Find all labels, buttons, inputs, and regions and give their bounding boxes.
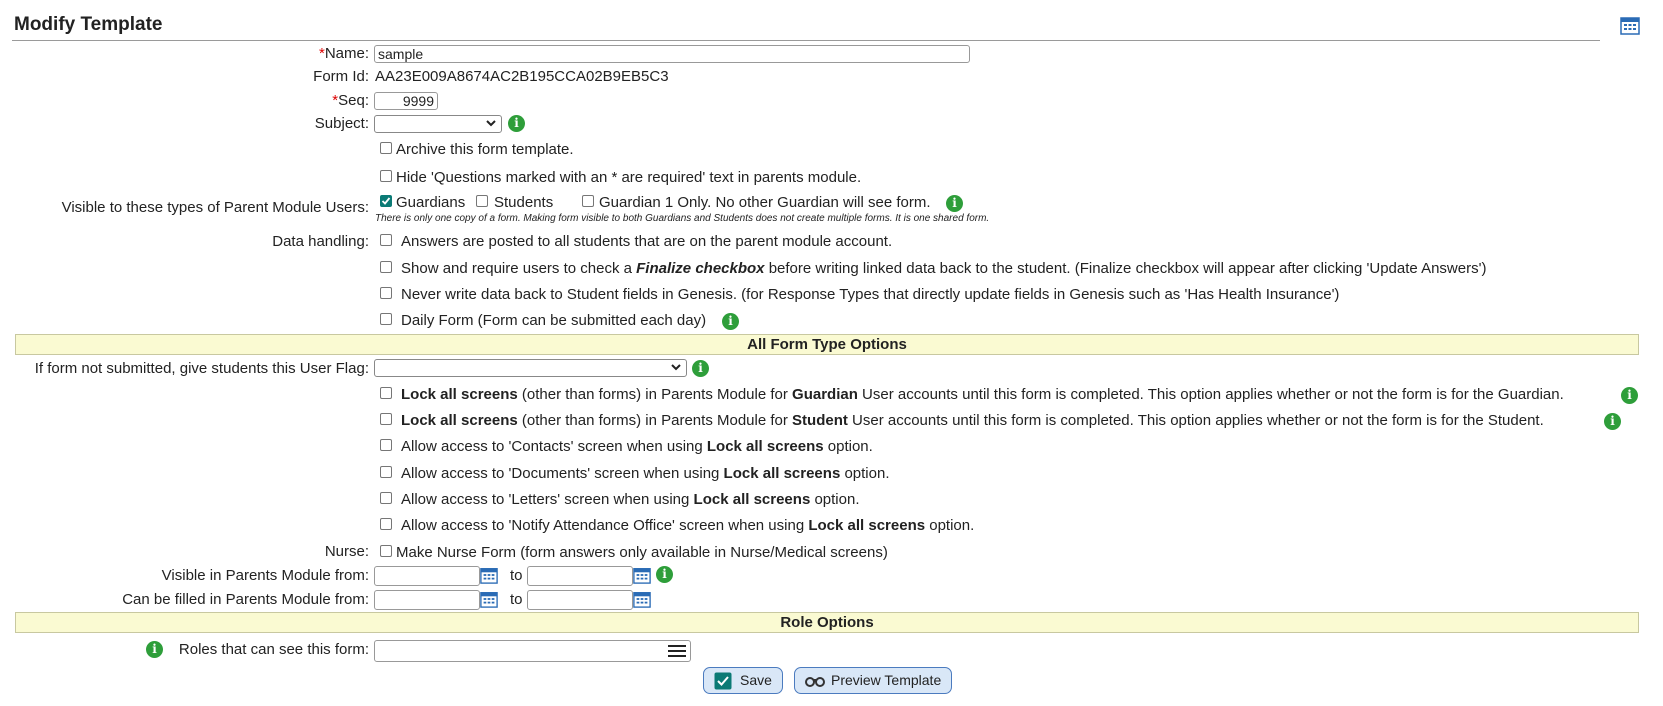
info-icon[interactable]: i	[1621, 387, 1638, 404]
guardian1-label: Guardian 1 Only. No other Guardian will …	[599, 194, 931, 211]
info-icon[interactable]: i	[946, 195, 963, 212]
never-write-checkbox[interactable]	[380, 287, 392, 299]
save-button[interactable]: Save	[703, 667, 783, 694]
title-divider	[12, 40, 1600, 41]
binoculars-icon	[805, 677, 825, 687]
preview-template-button[interactable]: Preview Template	[794, 667, 952, 694]
name-input[interactable]: sample	[374, 45, 970, 63]
allow-notify-checkbox[interactable]	[380, 518, 392, 530]
visibility-note: There is only one copy of a form. Making…	[375, 213, 990, 224]
archive-checkbox[interactable]	[380, 142, 392, 154]
calendar-icon[interactable]	[480, 566, 498, 588]
lock-student-label: Lock all screens (other than forms) in P…	[401, 412, 1544, 429]
visible-to-date-input[interactable]	[527, 566, 633, 586]
allow-letters-label: Allow access to 'Letters' screen when us…	[401, 491, 860, 508]
guardian1-checkbox[interactable]	[582, 195, 594, 207]
calendar-icon[interactable]	[633, 590, 651, 612]
checkmark-icon	[714, 672, 732, 690]
form-id-label: Form Id:	[313, 68, 369, 85]
allow-documents-label: Allow access to 'Documents' screen when …	[401, 465, 890, 482]
nurse-label: Nurse:	[324, 543, 369, 560]
seq-label: *Seq:	[332, 92, 369, 109]
chevron-down-icon	[671, 364, 681, 371]
name-label: *Name:	[318, 45, 369, 62]
info-icon[interactable]: i	[692, 360, 709, 377]
to-label: to	[510, 591, 523, 608]
calendar-icon[interactable]	[480, 590, 498, 612]
guardians-label: Guardians	[396, 194, 466, 211]
answers-posted-label: Answers are posted to all students that …	[401, 233, 893, 250]
info-icon[interactable]: i	[1604, 413, 1621, 430]
info-icon[interactable]: i	[146, 641, 163, 658]
calendar-icon[interactable]	[633, 566, 651, 588]
info-icon[interactable]: i	[722, 313, 739, 330]
page-title: Modify Template	[14, 14, 163, 35]
visibility-label: Visible to these types of Parent Module …	[61, 199, 369, 216]
allow-documents-checkbox[interactable]	[380, 466, 392, 478]
allow-notify-label: Allow access to 'Notify Attendance Offic…	[401, 517, 975, 534]
never-write-label: Never write data back to Student fields …	[401, 286, 1340, 303]
daily-form-label: Daily Form (Form can be submitted each d…	[401, 312, 707, 329]
daily-form-checkbox[interactable]	[380, 313, 392, 325]
nurse-checkbox[interactable]	[380, 545, 392, 557]
allow-contacts-label: Allow access to 'Contacts' screen when u…	[401, 438, 873, 455]
filled-from-date-input[interactable]	[374, 590, 480, 610]
hide-required-label: Hide 'Questions marked with an * are req…	[396, 169, 862, 186]
filled-to-date-input[interactable]	[527, 590, 633, 610]
roles-label: Roles that can see this form:	[178, 641, 369, 658]
section-header-role-options: Role Options	[15, 612, 1639, 633]
finalize-checkbox[interactable]	[380, 261, 392, 273]
allow-letters-checkbox[interactable]	[380, 492, 392, 504]
subject-select[interactable]	[374, 115, 502, 133]
to-label: to	[510, 567, 523, 584]
calendar-icon[interactable]	[1620, 15, 1640, 39]
form-id-value: AA23E009A8674AC2B195CCA02B9EB5C3	[375, 68, 669, 85]
filled-from-label: Can be filled in Parents Module from:	[122, 591, 369, 608]
lock-guardian-label: Lock all screens (other than forms) in P…	[401, 386, 1564, 403]
info-icon[interactable]: i	[656, 566, 673, 583]
seq-input[interactable]: 9999	[374, 92, 438, 110]
finalize-label: Show and require users to check a Finali…	[401, 260, 1487, 277]
subject-label: Subject:	[314, 115, 369, 132]
students-label: Students	[494, 194, 554, 211]
data-handling-label: Data handling:	[272, 233, 369, 250]
lock-student-checkbox[interactable]	[380, 413, 392, 425]
lock-guardian-checkbox[interactable]	[380, 387, 392, 399]
hide-required-checkbox[interactable]	[380, 170, 392, 182]
visible-from-date-input[interactable]	[374, 566, 480, 586]
students-checkbox[interactable]	[476, 195, 488, 207]
section-header-all-form-type: All Form Type Options	[15, 334, 1639, 355]
chevron-down-icon	[486, 120, 496, 127]
visible-from-label: Visible in Parents Module from:	[161, 567, 369, 584]
roles-select[interactable]	[374, 640, 691, 662]
user-flag-label: If form not submitted, give students thi…	[34, 360, 369, 377]
answers-posted-checkbox[interactable]	[380, 234, 392, 246]
menu-icon	[668, 645, 686, 657]
info-icon[interactable]: i	[508, 115, 525, 132]
guardians-checkbox[interactable]	[380, 195, 392, 207]
allow-contacts-checkbox[interactable]	[380, 439, 392, 451]
nurse-option-label: Make Nurse Form (form answers only avail…	[396, 544, 888, 561]
user-flag-select[interactable]	[374, 359, 687, 377]
archive-label: Archive this form template.	[396, 141, 574, 158]
